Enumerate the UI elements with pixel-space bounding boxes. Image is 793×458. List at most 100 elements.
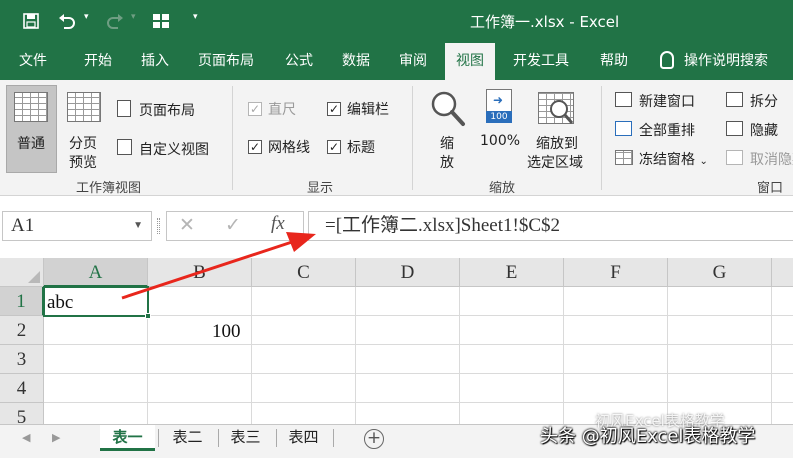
tab-developer[interactable]: 开发工具 [513,43,569,80]
column-header-f[interactable]: F [564,258,668,287]
zoom-100-icon[interactable]: ➜ 100 [486,89,512,123]
gridline [44,402,793,403]
customize-qat-icon[interactable]: ▾ [193,12,198,22]
tell-me-search[interactable]: 操作说明搜索 [660,43,768,80]
tab-insert[interactable]: 插入 [141,43,169,80]
custom-views-button[interactable]: 自定义视图 [139,139,209,159]
tab-help[interactable]: 帮助 [600,43,628,80]
zoom-to-selection-label-2[interactable]: 选定区域 [527,152,583,172]
gridlines-label[interactable]: 网格线 [268,137,310,157]
fill-handle[interactable] [145,313,151,319]
save-icon[interactable] [20,10,42,32]
gridline [771,287,772,424]
arrange-all-button[interactable]: 全部重排 [639,120,695,140]
chevron-down-icon: ⌄ [699,156,708,167]
new-window-button[interactable]: 新建窗口 [639,91,695,111]
page-break-preview-label-2[interactable]: 预览 [69,152,97,172]
group-separator [601,86,602,190]
formula-buttons: ✕ ✓ fx [166,211,304,241]
tab-data[interactable]: 数据 [342,43,370,80]
column-header-b[interactable]: B [148,258,252,287]
new-window-icon [615,92,632,107]
row-header-5[interactable]: 5 [0,403,44,424]
zoom-label-1[interactable]: 缩 [440,133,454,153]
column-header-g[interactable]: G [668,258,772,287]
sheet-tab-1[interactable]: 表一 [100,425,155,451]
normal-view-label: 普通 [17,136,45,152]
name-box[interactable]: A1 ▼ [2,211,152,241]
sheet-tab-3[interactable]: 表三 [218,425,273,451]
close-icon[interactable]: ✕ [179,214,195,236]
page-break-preview-icon[interactable] [67,92,101,122]
tell-me-label: 操作说明搜索 [684,53,768,69]
ribbon: 普通 分页 预览 页面布局 自定义视图 工作簿视图 ✓ 直尺 ✓ 编辑栏 ✓ 网… [0,80,793,196]
column-header-d[interactable]: D [356,258,460,287]
select-all-button[interactable] [0,258,44,287]
page-layout-view-button[interactable]: 页面布局 [139,100,195,120]
undo-icon[interactable] [56,10,78,32]
check-icon[interactable]: ✓ [225,214,241,236]
add-sheet-button[interactable]: + [364,429,384,449]
normal-view-icon [14,92,48,122]
column-header-a[interactable]: A [44,258,148,287]
tab-review[interactable]: 审阅 [399,43,427,80]
undo-dropdown-icon[interactable]: ▾ [84,12,89,22]
headings-checkbox[interactable]: ✓ [327,140,341,154]
unhide-icon [726,150,743,165]
zoom-100-icon-text: 100 [486,111,512,123]
row-header-4[interactable]: 4 [0,374,44,403]
hide-button[interactable]: 隐藏 [750,120,778,140]
column-header-c[interactable]: C [252,258,356,287]
watermark: 头条 @初风Excel表格教学 [540,426,756,447]
group-label-show: 显示 [307,181,334,196]
tab-home[interactable]: 开始 [84,43,112,80]
row-header-3[interactable]: 3 [0,345,44,374]
zoom-label-2[interactable]: 放 [440,152,454,172]
gridline [563,287,564,424]
split-icon [726,92,743,107]
insert-function-button[interactable]: fx [271,213,285,235]
sheet-tab-4[interactable]: 表四 [276,425,331,451]
arrange-all-icon [615,121,632,136]
zoom-to-selection-label-1[interactable]: 缩放到 [536,133,578,153]
tab-formulas[interactable]: 公式 [285,43,313,80]
gridline [44,373,793,374]
ruler-checkbox: ✓ [248,102,262,116]
cell-b2[interactable]: 100 [212,321,241,343]
unhide-button: 取消隐藏 [750,152,793,168]
freeze-panes-button[interactable]: 冻结窗格 ⌄ [639,149,708,169]
column-header-h[interactable] [772,258,793,287]
page-break-preview-label-1[interactable]: 分页 [69,133,97,153]
redo-icon [104,10,126,32]
gridlines-checkbox[interactable]: ✓ [248,140,262,154]
tab-page-layout[interactable]: 页面布局 [198,43,254,80]
lightbulb-icon [660,51,674,69]
split-button[interactable]: 拆分 [750,91,778,111]
window-title: 工作簿一.xlsx - Excel [470,13,620,31]
resize-handle[interactable] [157,218,160,234]
sheet-tab-2[interactable]: 表二 [160,425,215,451]
formula-bar-label[interactable]: 编辑栏 [347,99,389,119]
tab-file[interactable]: 文件 [19,43,47,80]
ruler-label: 直尺 [268,102,296,118]
formula-bar-checkbox[interactable]: ✓ [327,102,341,116]
worksheet-grid[interactable]: A B C D E F G 1 2 3 4 5 abc 100 [0,258,793,424]
formula-bar: A1 ▼ ✕ ✓ fx =[工作簿二.xlsx]Sheet1!$C$2 [0,196,793,258]
gridline [44,315,793,316]
gridline [44,344,793,345]
prev-sheet-icon[interactable]: ◀ [22,431,30,444]
next-sheet-icon[interactable]: ▶ [52,431,60,444]
column-header-e[interactable]: E [460,258,564,287]
table-icon[interactable] [150,10,172,32]
group-label-workbook-views: 工作簿视图 [76,181,142,196]
zoom-100-button[interactable]: 100% [480,133,520,149]
page-layout-icon [117,100,131,117]
row-header-1[interactable]: 1 [0,287,44,316]
formula-input[interactable]: =[工作簿二.xlsx]Sheet1!$C$2 [308,211,793,241]
headings-label[interactable]: 标题 [347,137,375,157]
row-header-2[interactable]: 2 [0,316,44,345]
tab-view[interactable]: 视图 [445,43,495,80]
chevron-down-icon[interactable]: ▼ [133,212,143,240]
gridline [251,287,252,424]
zoom-icon[interactable] [430,90,466,128]
